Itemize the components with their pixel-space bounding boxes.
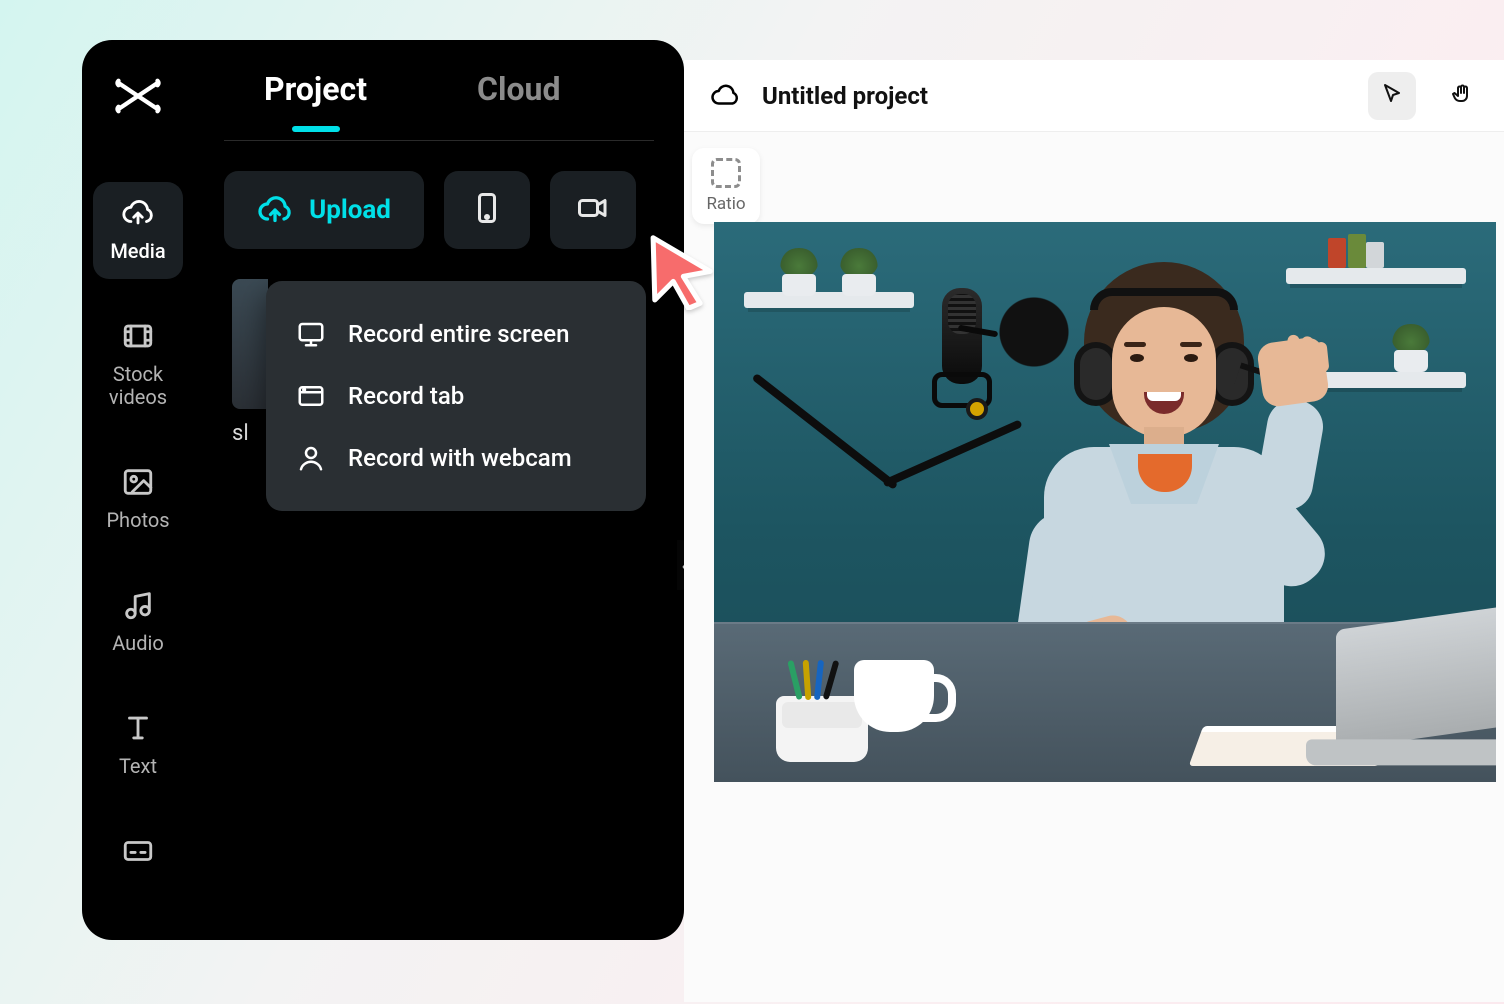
sidebar-item-stock-videos[interactable]: Stock videos <box>93 305 183 425</box>
ratio-button[interactable]: Ratio <box>692 148 760 224</box>
app-logo-icon <box>112 70 164 122</box>
sidebar-item-audio[interactable]: Audio <box>93 574 183 671</box>
tab-project[interactable]: Project <box>264 70 367 130</box>
titlebar: Untitled project <box>684 60 1504 132</box>
cloud-upload-icon <box>121 196 155 230</box>
record-dropdown: Record entire screen Record tab Record w… <box>266 281 646 511</box>
dropdown-item-label: Record with webcam <box>348 444 572 472</box>
film-icon <box>121 319 155 353</box>
upload-from-phone-button[interactable] <box>444 171 530 249</box>
project-title[interactable]: Untitled project <box>762 82 1346 110</box>
cursor-icon <box>1380 82 1404 110</box>
tab-cloud[interactable]: Cloud <box>477 70 560 130</box>
sidebar-item-text[interactable]: Text <box>93 697 183 794</box>
text-icon <box>121 711 155 745</box>
sidebar-item-label: Text <box>119 755 157 778</box>
sidebar-item-photos[interactable]: Photos <box>93 451 183 548</box>
monitor-icon <box>296 319 326 349</box>
sidebar-item-label: Media <box>110 240 165 263</box>
record-button[interactable] <box>550 171 636 249</box>
dropdown-item-label: Record entire screen <box>348 320 569 348</box>
cloud-upload-icon <box>257 192 293 228</box>
ratio-label: Ratio <box>706 194 745 214</box>
source-tabs: Project Cloud <box>224 40 654 141</box>
sidebar: Media Stock videos Photos <box>82 40 194 940</box>
window-icon <box>296 381 326 411</box>
person-icon <box>296 443 326 473</box>
hand-icon <box>1450 82 1474 110</box>
video-camera-icon <box>575 190 611 230</box>
sidebar-item-label: Stock videos <box>109 363 167 409</box>
hand-tool-button[interactable] <box>1438 72 1486 120</box>
record-tab-item[interactable]: Record tab <box>290 365 622 427</box>
dropdown-item-label: Record tab <box>348 382 464 410</box>
record-webcam-item[interactable]: Record with webcam <box>290 427 622 489</box>
select-tool-button[interactable] <box>1368 72 1416 120</box>
upload-button[interactable]: Upload <box>224 171 424 249</box>
sidebar-item-media[interactable]: Media <box>93 182 183 279</box>
sidebar-item-label: Audio <box>112 632 164 655</box>
video-preview[interactable] <box>714 222 1496 782</box>
phone-icon <box>469 190 505 230</box>
sidebar-item-captions[interactable] <box>93 820 183 884</box>
media-thumbnail[interactable] <box>232 279 268 409</box>
upload-row: Upload <box>224 171 654 249</box>
image-icon <box>121 465 155 499</box>
record-entire-screen-item[interactable]: Record entire screen <box>290 303 622 365</box>
canvas-area[interactable]: Ratio <box>684 132 1504 1002</box>
ratio-icon <box>711 158 741 188</box>
music-icon <box>121 588 155 622</box>
upload-button-label: Upload <box>309 195 391 225</box>
editor-area: Untitled project Ratio <box>684 60 1504 1004</box>
cloud-sync-icon[interactable] <box>710 81 740 111</box>
sidebar-item-label: Photos <box>106 509 169 532</box>
captions-icon <box>121 834 155 868</box>
